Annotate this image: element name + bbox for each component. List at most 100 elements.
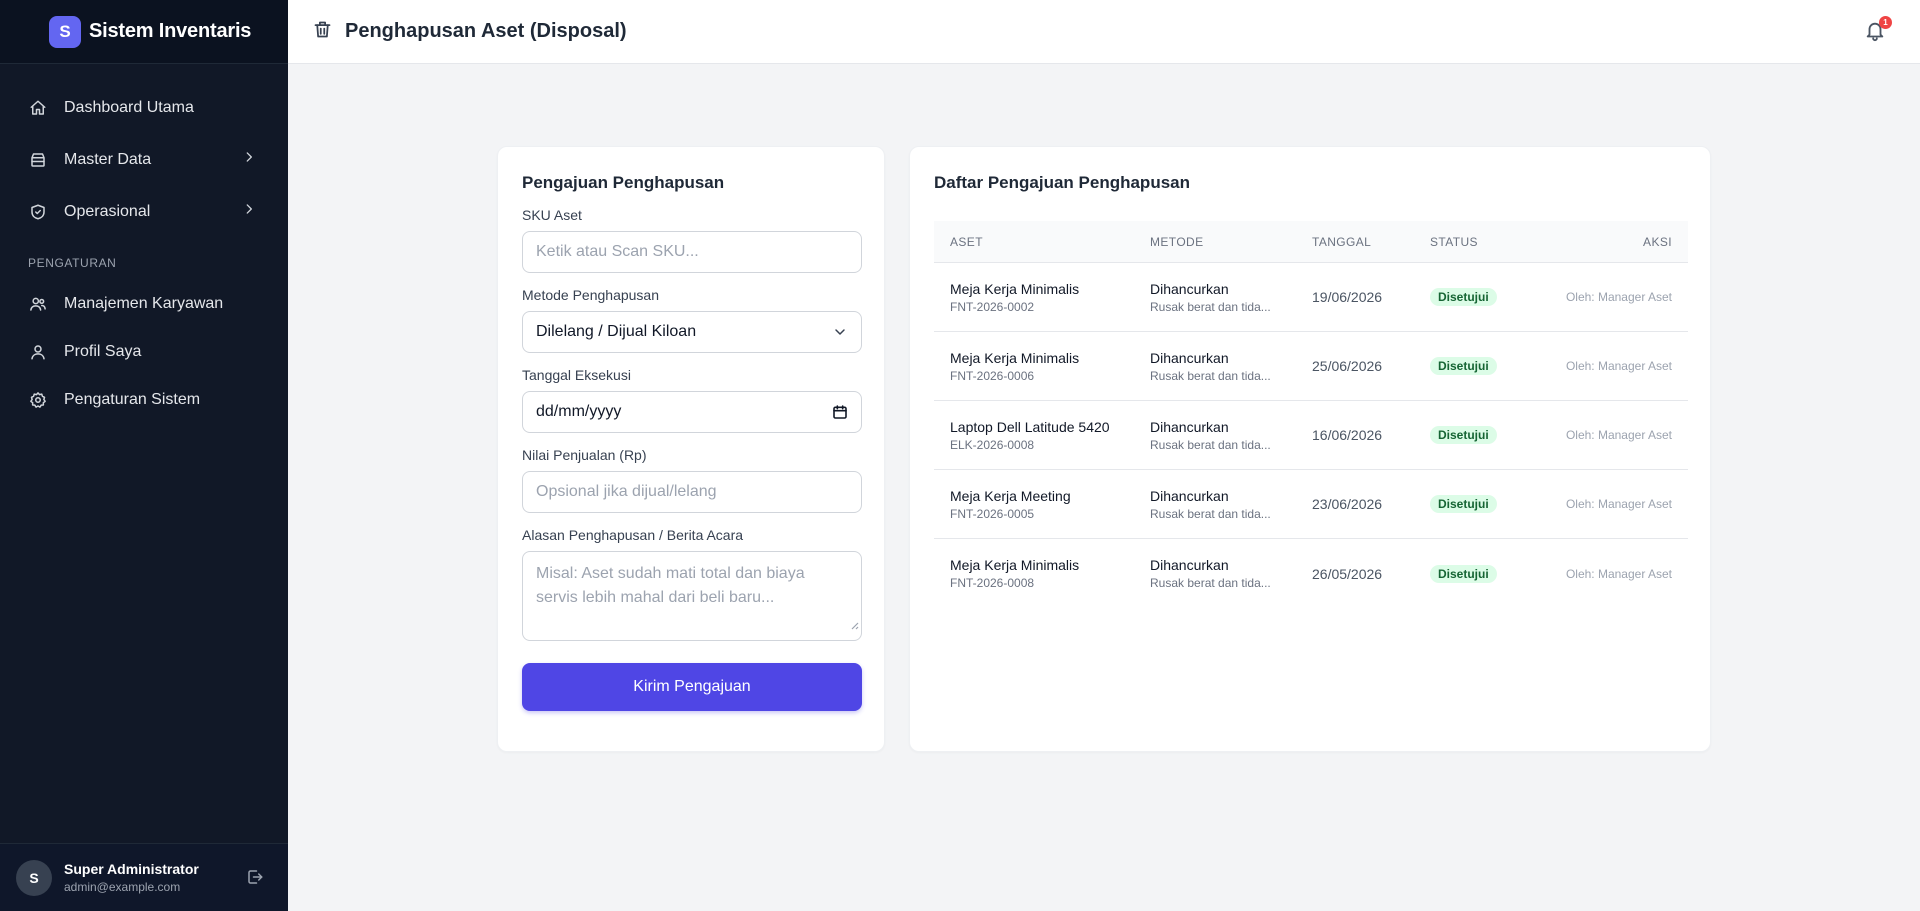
asset-sku: FNT-2026-0006 (950, 368, 1035, 383)
asset-name: Meja Kerja Minimalis (950, 557, 1080, 573)
date-placeholder: dd/mm/yyyy (536, 403, 622, 420)
bell-icon (1864, 22, 1886, 46)
disposal-table: ASET METODE TANGGAL STATUS AKSI Meja Ker… (934, 221, 1688, 608)
sidebar-item-manajemen-karyawan[interactable]: Manajemen Karyawan (16, 284, 272, 324)
trash-icon (312, 19, 333, 45)
disposal-note: Rusak berat dan tida... (1150, 576, 1271, 590)
action-text: Oleh: Manager Aset (1565, 497, 1672, 511)
disposal-method: Dihancurkan (1150, 349, 1229, 366)
disposal-form-card: Pengajuan Penghapusan SKU Aset Ketik ata… (497, 146, 885, 752)
user-panel: S Super Administrator admin@example.com (0, 843, 288, 911)
status-badge: Disetujui (1430, 288, 1497, 306)
users-icon (28, 294, 48, 314)
column-header-aset: ASET (950, 234, 983, 249)
asset-sku: FNT-2026-0008 (950, 576, 1035, 590)
chevron-right-icon (242, 202, 256, 221)
method-selected-value: Dilelang / Dijual Kiloan (536, 323, 697, 340)
asset-name: Meja Kerja Minimalis (950, 349, 1080, 366)
sidebar-item-label: Dashboard Utama (64, 99, 194, 116)
table-row: Meja Kerja Minimalis FNT-2026-0008 Dihanc… (934, 539, 1688, 608)
chevron-down-icon (832, 324, 848, 345)
disposal-note: Rusak berat dan tida... (1150, 437, 1271, 452)
sidebar-item-label: Pengaturan Sistem (64, 391, 201, 408)
user-info: Super Administrator admin@example.com (64, 861, 199, 894)
column-header-aksi: AKSI (1643, 234, 1672, 249)
action-text: Oleh: Manager Aset (1565, 428, 1672, 442)
disposal-method: Dihancurkan (1150, 280, 1229, 297)
disposal-list-card: Daftar Pengajuan Penghapusan ASET METODE… (909, 146, 1711, 752)
logout-icon[interactable] (246, 868, 264, 891)
gear-icon (28, 390, 48, 410)
disposal-date: 23/06/2026 (1312, 496, 1383, 512)
date-input[interactable]: dd/mm/yyyy (522, 391, 862, 433)
disposal-date: 16/06/2026 (1312, 427, 1383, 443)
reason-placeholder: Misal: Aset sudah mati total dan biaya s… (536, 565, 805, 606)
sidebar-item-pengaturan-sistem[interactable]: Pengaturan Sistem (16, 380, 272, 420)
asset-name: Laptop Dell Latitude 5420 (950, 418, 1110, 435)
table-row: Meja Kerja Meeting FNT-2026-0005 Dihancur… (934, 470, 1688, 539)
shield-icon (28, 202, 48, 222)
asset-sku: FNT-2026-0005 (950, 506, 1035, 521)
resize-handle-icon[interactable] (849, 614, 859, 638)
disposal-note: Rusak berat dan tida... (1150, 368, 1271, 383)
submit-button[interactable]: Kirim Pengajuan (522, 663, 862, 711)
chevron-right-icon (242, 150, 256, 169)
sidebar-item-label: Operasional (64, 203, 151, 220)
reason-textarea[interactable]: Misal: Aset sudah mati total dan biaya s… (522, 551, 862, 641)
disposal-note: Rusak berat dan tida... (1150, 506, 1271, 521)
page-title: Penghapusan Aset (Disposal) (345, 20, 627, 42)
calendar-icon[interactable] (832, 404, 848, 425)
sidebar-item-label: Manajemen Karyawan (64, 295, 224, 312)
notification-badge: 1 (1879, 16, 1892, 29)
disposal-date: 19/06/2026 (1312, 289, 1383, 305)
notification-button[interactable]: 1 (1864, 16, 1892, 46)
reason-label: Alasan Penghapusan / Berita Acara (522, 527, 744, 543)
table-row: Meja Kerja Minimalis FNT-2026-0002 Dihanc… (934, 263, 1688, 332)
disposal-method: Dihancurkan (1150, 557, 1229, 573)
table-row: Meja Kerja Minimalis FNT-2026-0006 Dihanc… (934, 332, 1688, 401)
asset-sku: ELK-2026-0008 (950, 437, 1035, 452)
sidebar-item-dashboard[interactable]: Dashboard Utama (16, 84, 272, 132)
method-select[interactable]: Dilelang / Dijual Kiloan (522, 311, 862, 353)
date-label: Tanggal Eksekusi (522, 367, 631, 383)
sidebar: S Sistem Inventaris Dashboard Utama Mast… (0, 0, 288, 911)
top-header: Penghapusan Aset (Disposal) 1 (288, 0, 1920, 64)
column-header-metode: METODE (1150, 234, 1204, 249)
disposal-date: 25/06/2026 (1312, 358, 1383, 374)
disposal-note: Rusak berat dan tida... (1150, 299, 1271, 314)
price-label: Nilai Penjualan (Rp) (522, 447, 647, 463)
user-name: Super Administrator (64, 861, 199, 877)
method-label: Metode Penghapusan (522, 287, 659, 303)
settings-nav: Manajemen Karyawan Profil Saya Pengatura… (0, 284, 288, 420)
action-text: Oleh: Manager Aset (1565, 290, 1672, 304)
user-email: admin@example.com (64, 880, 181, 894)
sidebar-item-label: Master Data (64, 151, 152, 168)
asset-name: Meja Kerja Meeting (950, 487, 1071, 504)
app-logo: S (49, 15, 81, 48)
table-row: Laptop Dell Latitude 5420 ELK-2026-0008 D… (934, 401, 1688, 470)
action-text: Oleh: Manager Aset (1565, 359, 1672, 373)
status-badge: Disetujui (1430, 357, 1497, 375)
asset-sku: FNT-2026-0002 (950, 299, 1035, 314)
action-text: Oleh: Manager Aset (1565, 566, 1672, 581)
sku-input[interactable]: Ketik atau Scan SKU... (522, 231, 862, 273)
price-input[interactable]: Opsional jika dijual/lelang (522, 471, 862, 513)
disposal-method: Dihancurkan (1150, 487, 1229, 504)
sidebar-item-label: Profil Saya (64, 343, 142, 360)
sidebar-item-operasional[interactable]: Operasional (16, 188, 272, 236)
column-header-status: STATUS (1430, 234, 1478, 249)
status-badge: Disetujui (1430, 426, 1497, 444)
asset-name: Meja Kerja Minimalis (950, 280, 1080, 297)
home-icon (28, 98, 48, 118)
sidebar-item-master-data[interactable]: Master Data (16, 136, 272, 184)
table-header: ASET METODE TANGGAL STATUS AKSI (934, 221, 1688, 263)
status-badge: Disetujui (1430, 495, 1497, 513)
column-header-tanggal: TANGGAL (1312, 234, 1372, 249)
list-title: Daftar Pengajuan Penghapusan (934, 173, 1190, 192)
sidebar-item-profil-saya[interactable]: Profil Saya (16, 332, 272, 372)
brand[interactable]: S Sistem Inventaris (0, 0, 288, 64)
sku-label: SKU Aset (522, 207, 582, 223)
archive-icon (28, 150, 48, 170)
nav-section-label: PENGATURAN (28, 256, 117, 270)
avatar: S (16, 859, 52, 896)
